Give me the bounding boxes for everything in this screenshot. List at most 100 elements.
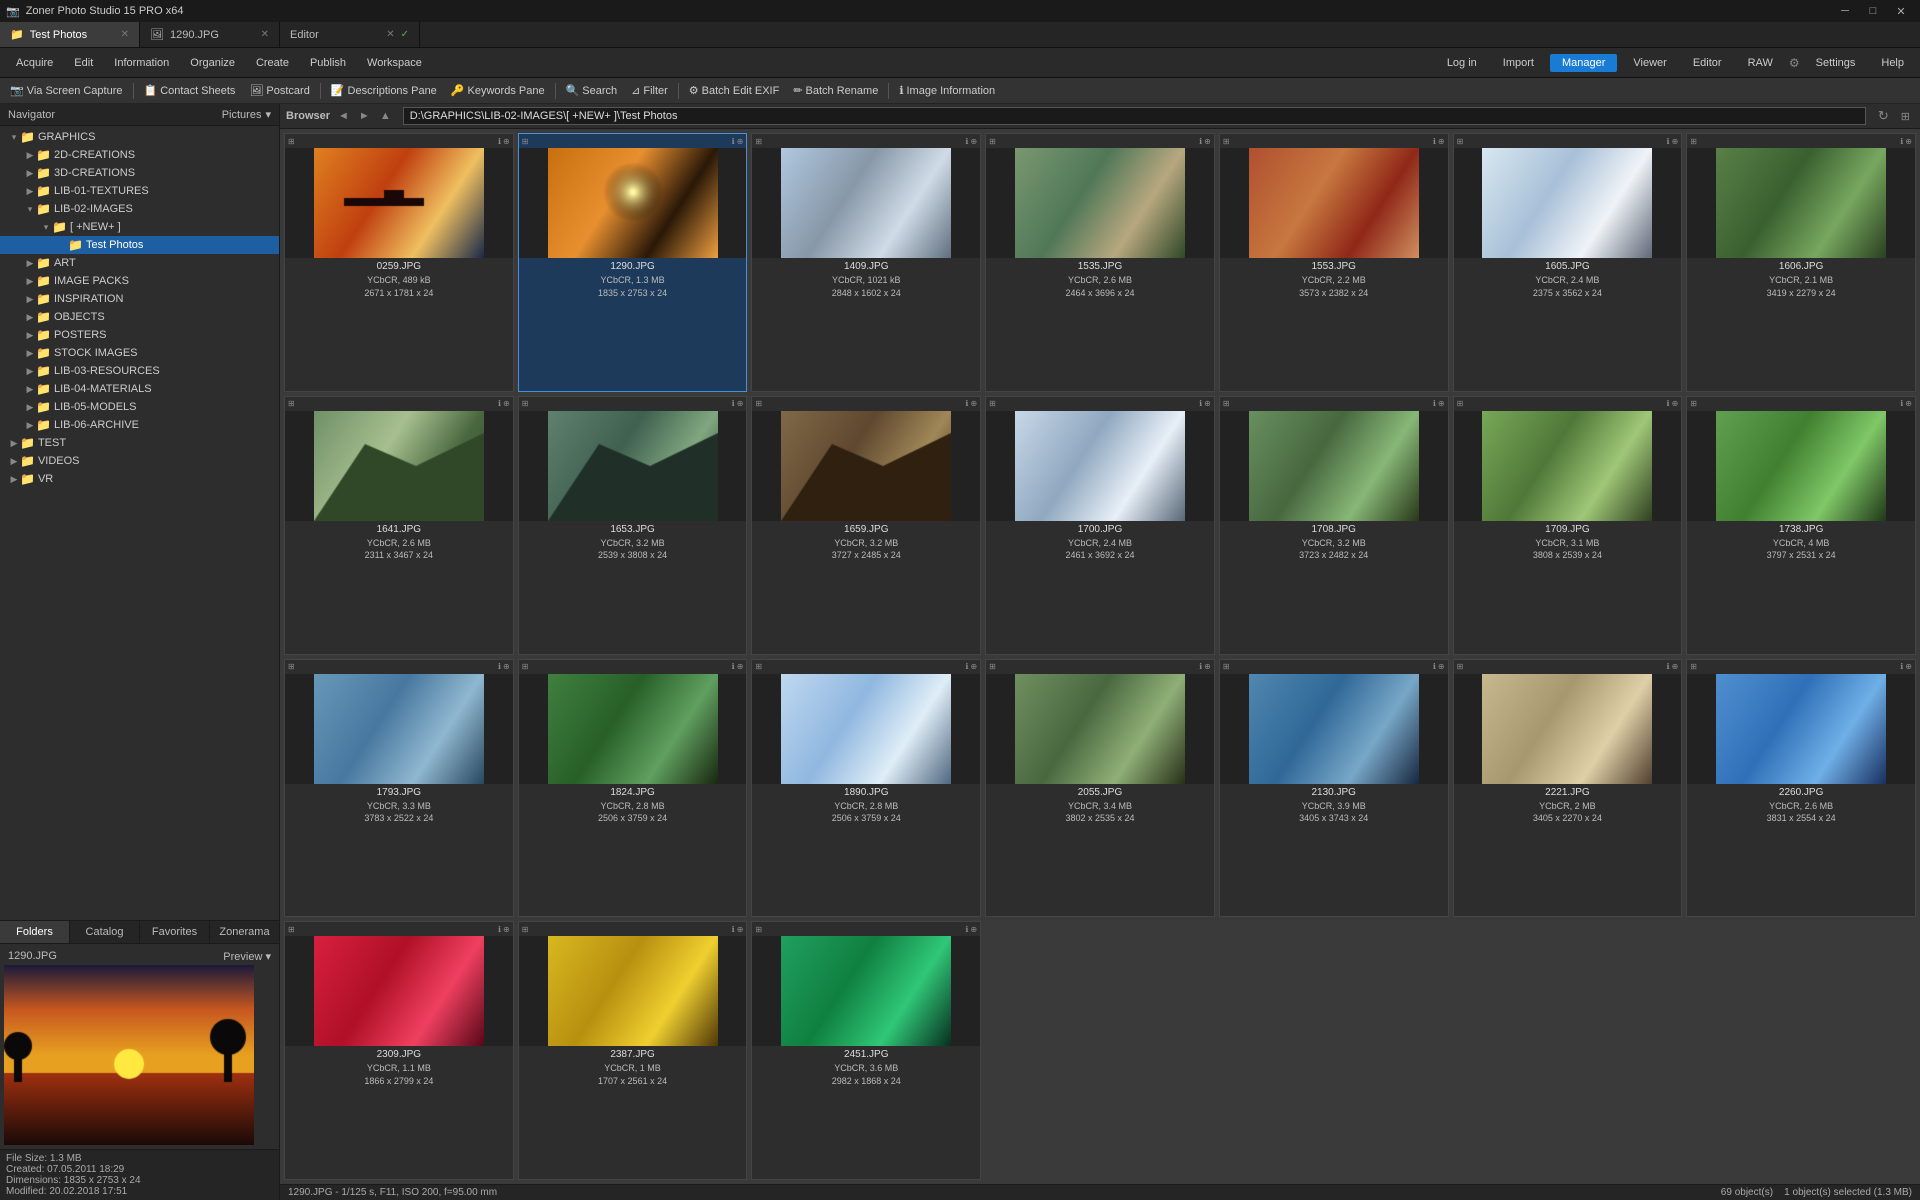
dropdown-icon[interactable]: ▾: [265, 108, 271, 121]
tree-item-stock-images[interactable]: ▶ 📁 STOCK IMAGES: [0, 344, 279, 362]
tree-item-art[interactable]: ▶ 📁 ART: [0, 254, 279, 272]
thumb-header-1: ⊞ ℹ ⊕: [519, 134, 747, 148]
sidebar-tab-favorites[interactable]: Favorites: [140, 921, 210, 943]
thumbnail-item-11[interactable]: ⊞ ℹ ⊕ 1708.JPG YCbCR, 3.2 MB 3723 x 2482…: [1219, 396, 1449, 655]
tree-item-inspiration[interactable]: ▶ 📁 INSPIRATION: [0, 290, 279, 308]
thumbnail-item-13[interactable]: ⊞ ℹ ⊕ 1738.JPG YCbCR, 4 MB 3797 x 2531 x…: [1686, 396, 1916, 655]
tree-item-image-packs[interactable]: ▶ 📁 IMAGE PACKS: [0, 272, 279, 290]
maximize-button[interactable]: □: [1860, 0, 1886, 22]
thumbnail-item-9[interactable]: ⊞ ℹ ⊕ 1659.JPG YCbCR, 3.2 MB 3727 x 2485…: [751, 396, 981, 655]
thumbnail-item-8[interactable]: ⊞ ℹ ⊕ 1653.JPG YCbCR, 3.2 MB 2539 x 3808…: [518, 396, 748, 655]
sidebar-tab-folders[interactable]: Folders: [0, 921, 70, 943]
thumbnail-item-19[interactable]: ⊞ ℹ ⊕ 2221.JPG YCbCR, 2 MB 3405 x 2270 x…: [1453, 659, 1683, 918]
thumbnail-item-2[interactable]: ⊞ ℹ ⊕ 1409.JPG YCbCR, 1021 kB 2848 x 160…: [751, 133, 981, 392]
thumbnail-item-12[interactable]: ⊞ ℹ ⊕ 1709.JPG YCbCR, 3.1 MB 3808 x 2539…: [1453, 396, 1683, 655]
thumb-header-icons: ⊞: [755, 137, 762, 146]
thumbnail-item-5[interactable]: ⊞ ℹ ⊕ 1605.JPG YCbCR, 2.4 MB 2375 x 3562…: [1453, 133, 1683, 392]
thumbnail-item-14[interactable]: ⊞ ℹ ⊕ 1793.JPG YCbCR, 3.3 MB 3783 x 2522…: [284, 659, 514, 918]
refresh-button[interactable]: ↻: [1874, 107, 1893, 125]
tree-item-2d-creations[interactable]: ▶ 📁 2D-CREATIONS: [0, 146, 279, 164]
publish-menu[interactable]: Publish: [300, 55, 356, 71]
postcard-button[interactable]: 🖼 Postcard: [243, 82, 315, 99]
tree-arrow: ▶: [24, 276, 36, 287]
thumbnail-item-0[interactable]: ⊞ ℹ ⊕ 0259.JPG YCbCR, 489 kB 2671 x 1781…: [284, 133, 514, 392]
forward-button[interactable]: ►: [355, 109, 374, 123]
import-button[interactable]: Import: [1493, 55, 1544, 71]
tab-test-photos[interactable]: 📁 Test Photos ✕: [0, 22, 140, 47]
keywords-pane-button[interactable]: 🔑 Keywords Pane: [445, 82, 551, 99]
path-bar[interactable]: D:\GRAPHICS\LIB-02-IMAGES\[ +NEW+ ]\Test…: [403, 107, 1866, 125]
tree-item-lib05[interactable]: ▶ 📁 LIB-05-MODELS: [0, 398, 279, 416]
tab-editor[interactable]: Editor ✕ ✓: [280, 22, 420, 47]
thumbnail-item-20[interactable]: ⊞ ℹ ⊕ 2260.JPG YCbCR, 2.6 MB 3831 x 2554…: [1686, 659, 1916, 918]
tree-item-test-photos[interactable]: 📁 Test Photos: [0, 236, 279, 254]
folder-icon: 📁: [20, 454, 35, 468]
tree-item-3d-creations[interactable]: ▶ 📁 3D-CREATIONS: [0, 164, 279, 182]
thumbnail-item-4[interactable]: ⊞ ℹ ⊕ 1553.JPG YCbCR, 2.2 MB 3573 x 2382…: [1219, 133, 1449, 392]
information-menu[interactable]: Information: [104, 55, 179, 71]
tree-item-lib06[interactable]: ▶ 📁 LIB-06-ARCHIVE: [0, 416, 279, 434]
preview-dropdown[interactable]: Preview ▾: [223, 950, 271, 963]
filter-button[interactable]: ⊿ Filter: [625, 82, 674, 99]
tab-close-button[interactable]: ✕: [121, 29, 129, 40]
thumbnail-item-6[interactable]: ⊞ ℹ ⊕ 1606.JPG YCbCR, 2.1 MB 3419 x 2279…: [1686, 133, 1916, 392]
thumb-dims-5: 2375 x 3562 x 24: [1458, 287, 1678, 300]
tab-close-button[interactable]: ✕: [261, 29, 269, 40]
tree-item-objects[interactable]: ▶ 📁 OBJECTS: [0, 308, 279, 326]
thumbnail-item-1[interactable]: ⊞ ℹ ⊕ 1290.JPG YCbCR, 1.3 MB 1835 x 2753…: [518, 133, 748, 392]
editor-button[interactable]: Editor: [1683, 55, 1732, 71]
thumbnail-item-15[interactable]: ⊞ ℹ ⊕ 1824.JPG YCbCR, 2.8 MB 2506 x 3759…: [518, 659, 748, 918]
thumbnail-item-3[interactable]: ⊞ ℹ ⊕ 1535.JPG YCbCR, 2.6 MB 2464 x 3696…: [985, 133, 1215, 392]
thumbnail-item-7[interactable]: ⊞ ℹ ⊕ 1641.JPG YCbCR, 2.6 MB 2311 x 3467…: [284, 396, 514, 655]
tree-item-posters[interactable]: ▶ 📁 POSTERS: [0, 326, 279, 344]
sidebar-tab-catalog[interactable]: Catalog: [70, 921, 140, 943]
image-information-button[interactable]: ℹ Image Information: [893, 82, 1001, 99]
raw-button[interactable]: RAW: [1738, 55, 1783, 71]
sidebar-tab-zonerama[interactable]: Zonerama: [210, 921, 279, 943]
thumb-image-12: [1454, 411, 1682, 521]
contact-sheets-button[interactable]: 📋 Contact Sheets: [138, 82, 242, 99]
manager-button[interactable]: Manager: [1550, 54, 1617, 72]
workspace-menu[interactable]: Workspace: [357, 55, 432, 71]
settings-button[interactable]: Settings: [1806, 55, 1866, 71]
tree-item-lib03[interactable]: ▶ 📁 LIB-03-RESOURCES: [0, 362, 279, 380]
thumbnail-item-10[interactable]: ⊞ ℹ ⊕ 1700.JPG YCbCR, 2.4 MB 2461 x 3692…: [985, 396, 1215, 655]
create-menu[interactable]: Create: [246, 55, 299, 71]
tree-item-lib04[interactable]: ▶ 📁 LIB-04-MATERIALS: [0, 380, 279, 398]
viewer-button[interactable]: Viewer: [1623, 55, 1676, 71]
object-count: 69 object(s) 1 object(s) selected (1.3 M…: [1721, 1187, 1912, 1198]
tab-1290jpg[interactable]: 🖼 1290.JPG ✕: [140, 22, 280, 47]
screen-capture-button[interactable]: 📷 Via Screen Capture: [4, 82, 129, 99]
thumbnail-item-18[interactable]: ⊞ ℹ ⊕ 2130.JPG YCbCR, 3.9 MB 3405 x 3743…: [1219, 659, 1449, 918]
help-button[interactable]: Help: [1871, 55, 1914, 71]
edit-menu[interactable]: Edit: [64, 55, 103, 71]
up-button[interactable]: ▲: [376, 109, 395, 123]
thumbnail-item-22[interactable]: ⊞ ℹ ⊕ 2387.JPG YCbCR, 1 MB 1707 x 2561 x…: [518, 921, 748, 1180]
tree-item-new-folder[interactable]: ▾ 📁 [ +NEW+ ]: [0, 218, 279, 236]
close-button[interactable]: ✕: [1888, 0, 1914, 22]
thumbnail-item-16[interactable]: ⊞ ℹ ⊕ 1890.JPG YCbCR, 2.8 MB 2506 x 3759…: [751, 659, 981, 918]
descriptions-pane-button[interactable]: 📝 Descriptions Pane: [325, 82, 443, 99]
acquire-menu[interactable]: Acquire: [6, 55, 63, 71]
settings-icon[interactable]: ⚙: [1789, 56, 1800, 70]
batch-rename-button[interactable]: ✏ Batch Rename: [787, 82, 884, 99]
back-button[interactable]: ◄: [334, 109, 353, 123]
thumbnail-item-23[interactable]: ⊞ ℹ ⊕ 2451.JPG YCbCR, 3.6 MB 2982 x 1868…: [751, 921, 981, 1180]
organize-menu[interactable]: Organize: [180, 55, 245, 71]
login-button[interactable]: Log in: [1437, 55, 1487, 71]
thumbnail-item-17[interactable]: ⊞ ℹ ⊕ 2055.JPG YCbCR, 3.4 MB 3802 x 2535…: [985, 659, 1215, 918]
tree-item-test[interactable]: ▶ 📁 TEST: [0, 434, 279, 452]
search-button[interactable]: 🔍 Search: [560, 82, 624, 99]
tree-item-graphics[interactable]: ▾ 📁 GRAPHICS: [0, 128, 279, 146]
folder-icon: 📁: [36, 346, 51, 360]
tree-item-vr[interactable]: ▶ 📁 VR: [0, 470, 279, 488]
thumbnail-item-21[interactable]: ⊞ ℹ ⊕ 2309.JPG YCbCR, 1.1 MB 1866 x 2799…: [284, 921, 514, 1180]
tab-close-button[interactable]: ✕: [386, 29, 394, 40]
view-options-button[interactable]: ⊞: [1897, 109, 1914, 124]
batch-edit-exif-button[interactable]: ⚙ Batch Edit EXIF: [683, 82, 786, 99]
tree-item-lib02-images[interactable]: ▾ 📁 LIB-02-IMAGES: [0, 200, 279, 218]
tree-item-videos[interactable]: ▶ 📁 VIDEOS: [0, 452, 279, 470]
tree-item-lib01-textures[interactable]: ▶ 📁 LIB-01-TEXTURES: [0, 182, 279, 200]
minimize-button[interactable]: ─: [1832, 0, 1858, 22]
main-area: Navigator Pictures ▾ ▾ 📁 GRAPHICS ▶ 📁 2D…: [0, 104, 1920, 1200]
